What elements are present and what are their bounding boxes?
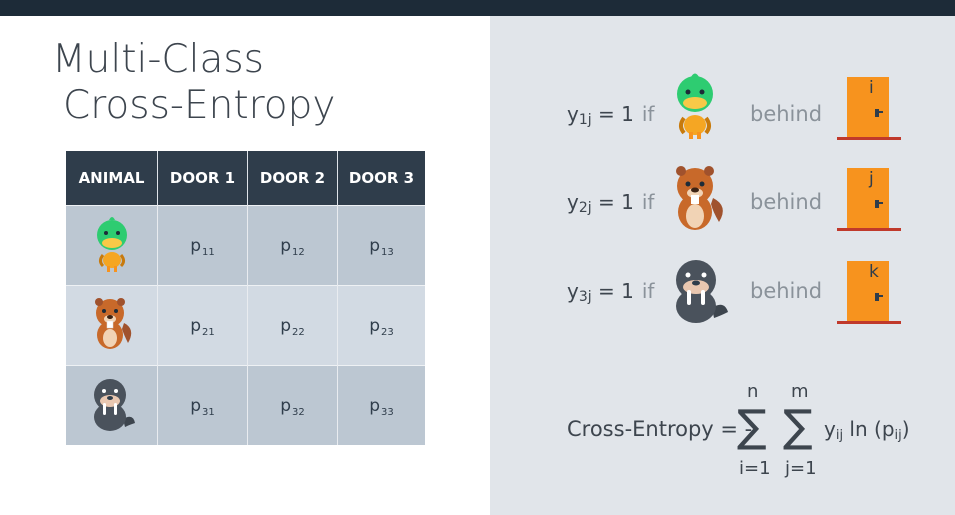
door-label: i bbox=[869, 78, 874, 98]
behind-label-1: behind bbox=[750, 102, 823, 126]
prob-cell: p22 bbox=[247, 285, 338, 366]
slide-title-line2: Cross-Entropy bbox=[63, 83, 336, 128]
header-door3: DOOR 3 bbox=[337, 151, 425, 206]
beaver-icon bbox=[94, 298, 131, 349]
definition-1: y1j = 1 if bbox=[567, 102, 655, 128]
table-row: p31 p32 p33 bbox=[66, 365, 425, 445]
table-header-row: ANIMAL DOOR 1 DOOR 2 DOOR 3 bbox=[66, 151, 425, 206]
behind-label-3: behind bbox=[750, 279, 823, 303]
sum2-lower-limit: j=1 bbox=[785, 458, 817, 479]
door-label: j bbox=[869, 169, 874, 189]
duck-icon bbox=[677, 73, 713, 139]
prob-cell: p33 bbox=[337, 365, 425, 445]
door-label: k bbox=[869, 262, 879, 282]
sum2-sigma: ∑ bbox=[783, 401, 813, 452]
header-animal: ANIMAL bbox=[66, 151, 158, 206]
animal-cell bbox=[66, 285, 158, 366]
walrus-icon bbox=[93, 379, 135, 431]
door-label-2-wrap: j bbox=[837, 166, 901, 231]
door-label-3-wrap: k bbox=[837, 259, 901, 324]
prob-cell: p23 bbox=[337, 285, 425, 366]
slide-title-line1: Multi-Class bbox=[52, 37, 265, 82]
animal-cell bbox=[66, 365, 158, 445]
table-row: p21 p22 p23 bbox=[66, 285, 425, 366]
cross-entropy-lhs: Cross-Entropy = - bbox=[567, 417, 753, 441]
animal-cell bbox=[66, 205, 158, 286]
summand-term: yij ln (pij) bbox=[824, 417, 910, 443]
probability-table: ANIMAL DOOR 1 DOOR 2 DOOR 3 p11 p12 p13 bbox=[66, 151, 425, 445]
top-bar bbox=[0, 0, 955, 16]
sum1-lower-limit: i=1 bbox=[739, 458, 771, 479]
beaver-icon bbox=[676, 166, 723, 230]
prob-cell: p32 bbox=[247, 365, 338, 445]
definition-3: y3j = 1 if bbox=[567, 279, 655, 305]
header-door1: DOOR 1 bbox=[157, 151, 248, 206]
behind-label-2: behind bbox=[750, 190, 823, 214]
sum2-upper-limit: m bbox=[791, 381, 809, 402]
walrus-icon bbox=[676, 260, 728, 323]
definition-2: y2j = 1 if bbox=[567, 190, 655, 216]
prob-cell: p11 bbox=[157, 205, 248, 286]
header-door2: DOOR 2 bbox=[247, 151, 338, 206]
prob-cell: p21 bbox=[157, 285, 248, 366]
duck-icon bbox=[96, 217, 127, 272]
sum1-sigma: ∑ bbox=[737, 401, 767, 452]
table-row: p11 p12 p13 bbox=[66, 205, 425, 286]
prob-cell: p12 bbox=[247, 205, 338, 286]
sum1-upper-limit: n bbox=[747, 381, 759, 402]
prob-cell: p31 bbox=[157, 365, 248, 445]
door-label-1-wrap: i bbox=[837, 75, 901, 140]
prob-cell: p13 bbox=[337, 205, 425, 286]
